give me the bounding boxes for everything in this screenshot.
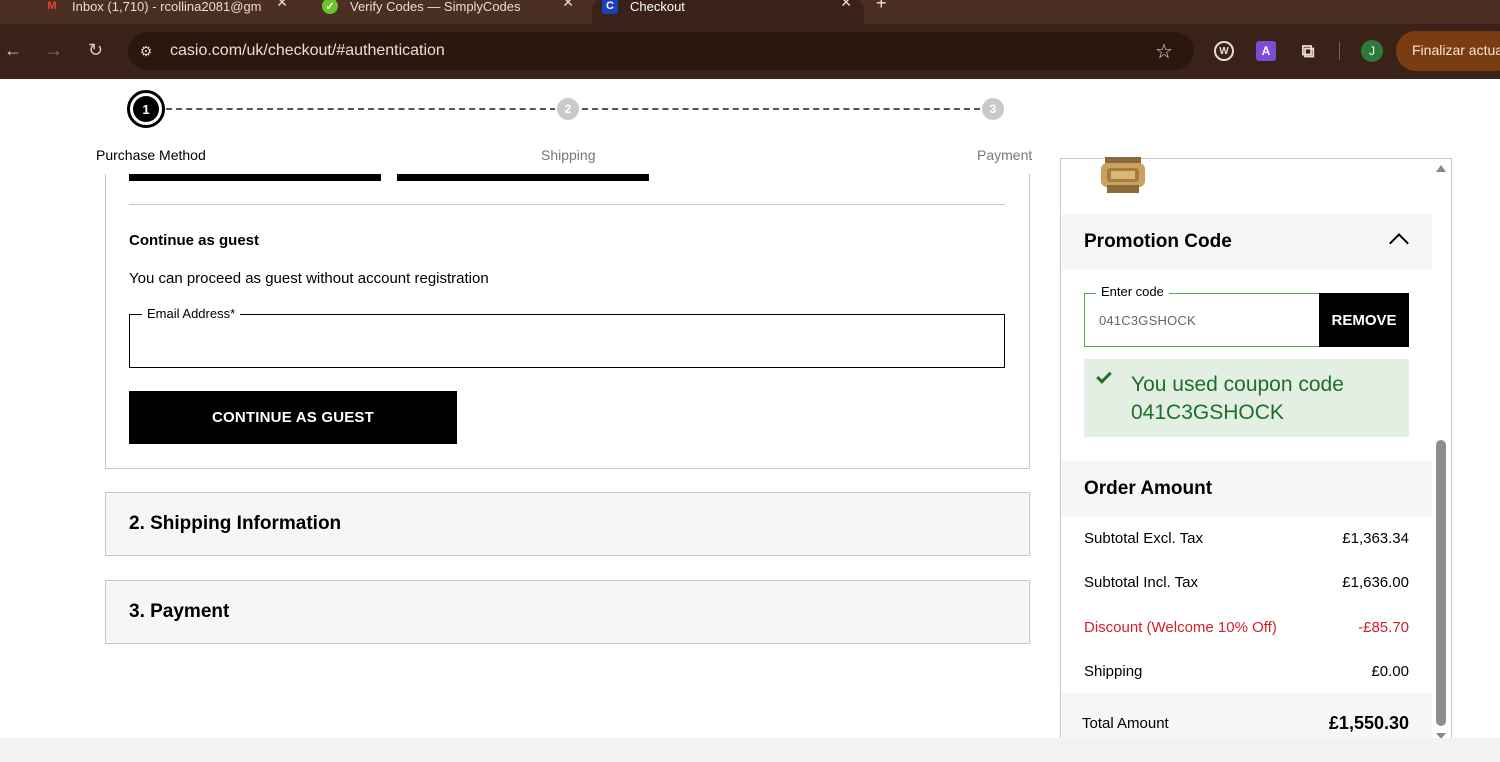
sidebar-scroll-thumb[interactable] (1436, 440, 1446, 726)
product-watch-thumbnail (1101, 157, 1145, 193)
extension-a-icon[interactable]: A (1256, 41, 1276, 61)
order-row-subtotal-incl: Subtotal Incl. Tax £1,636.00 (1084, 574, 1409, 591)
chevron-up-icon[interactable] (1389, 233, 1409, 253)
register-button-edge[interactable] (397, 174, 649, 181)
section-divider (129, 204, 1005, 205)
stepper-connector (166, 108, 556, 110)
site-settings-icon[interactable]: ⚙ (136, 41, 156, 61)
page-bottom-band (0, 738, 1500, 762)
tab-checkout[interactable]: C Checkout ✕ (592, 0, 864, 24)
scroll-up-arrow-icon[interactable] (1436, 165, 1446, 172)
promotion-code-header[interactable]: Promotion Code (1062, 214, 1432, 270)
remove-coupon-button[interactable]: REMOVE (1319, 293, 1409, 347)
close-tab-icon[interactable]: ✕ (562, 0, 574, 11)
extensions-puzzle-icon[interactable]: ⧉ (1298, 41, 1318, 61)
guest-description: You can proceed as guest without account… (129, 270, 489, 287)
simplycodes-icon: ✓ (322, 0, 338, 14)
step-2-label: Shipping (541, 147, 596, 163)
step-3-indicator: 3 (980, 96, 1006, 122)
email-field[interactable] (129, 314, 1005, 368)
guest-heading: Continue as guest (129, 232, 260, 249)
tab-gmail[interactable]: M Inbox (1,710) - rcollina2081@gm ✕ (0, 0, 300, 24)
tab-simplycodes[interactable]: ✓ Verify Codes — SimplyCodes ✕ (312, 0, 586, 24)
step-1-indicator: 1 (127, 90, 165, 128)
order-amount-header: Order Amount (1062, 461, 1432, 517)
close-tab-icon[interactable]: ✕ (840, 0, 852, 11)
profile-avatar[interactable]: J (1361, 40, 1383, 62)
back-icon[interactable]: ← (4, 40, 22, 61)
close-tab-icon[interactable]: ✕ (276, 0, 288, 11)
bookmark-star-icon[interactable]: ☆ (1155, 39, 1173, 64)
step-3-label: Payment (977, 147, 1033, 163)
extension-w-icon[interactable]: W (1214, 41, 1234, 61)
new-tab-button[interactable]: + (876, 0, 887, 12)
forward-icon[interactable]: → (45, 40, 63, 61)
browser-tab-bar: M Inbox (1,710) - rcollina2081@gm ✕ ✓ Ve… (0, 0, 1500, 24)
url-text[interactable]: casio.com/uk/checkout/#authentication (170, 42, 445, 60)
gmail-icon: M (47, 0, 57, 12)
update-button[interactable]: Finalizar actua (1396, 31, 1500, 71)
step-1-label: Purchase Method (96, 147, 206, 163)
order-row-shipping: Shipping £0.00 (1084, 663, 1409, 680)
toolbar-divider (1339, 42, 1340, 60)
order-total-row: Total Amount £1,550.30 (1062, 693, 1432, 743)
order-row-discount: Discount (Welcome 10% Off) -£85.70 (1084, 619, 1409, 636)
shipping-information-section[interactable]: 2. Shipping Information (105, 492, 1030, 556)
casio-icon: C (602, 0, 618, 14)
coupon-success-message: You used coupon code 041C3GSHOCK (1084, 359, 1409, 437)
step-2-indicator: 2 (555, 96, 581, 122)
promo-code-label: Enter code (1096, 284, 1169, 299)
payment-section[interactable]: 3. Payment (105, 580, 1030, 644)
order-row-subtotal-excl: Subtotal Excl. Tax £1,363.34 (1084, 530, 1409, 547)
stepper-connector (582, 108, 980, 110)
reload-icon[interactable]: ↻ (88, 40, 103, 61)
checkmark-icon (1096, 368, 1112, 384)
continue-as-guest-button[interactable]: CONTINUE AS GUEST (129, 391, 457, 444)
email-field-label: Email Address* (142, 306, 241, 321)
promo-code-value[interactable]: 041C3GSHOCK (1099, 313, 1196, 328)
login-button-edge[interactable] (129, 174, 381, 181)
